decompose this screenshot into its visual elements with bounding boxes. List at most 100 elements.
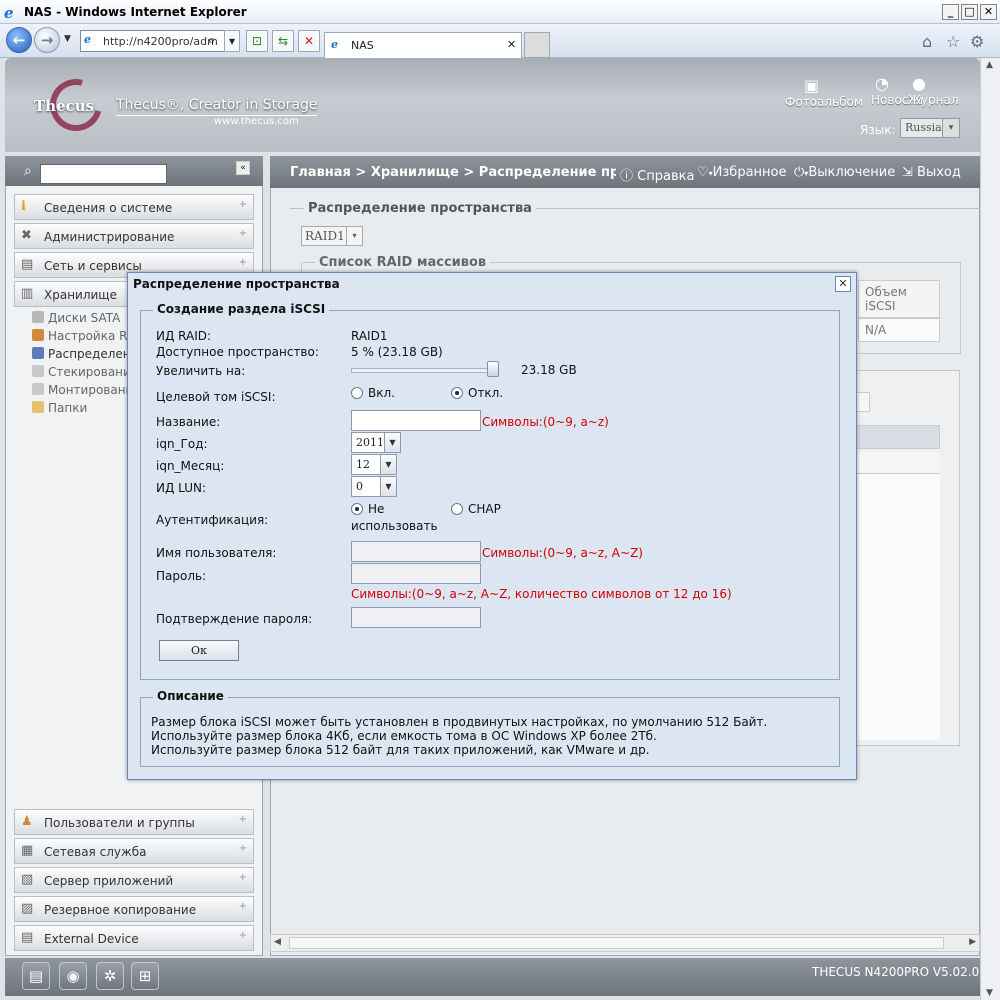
sidebar-item-external-device[interactable]: ▤ External Device + <box>14 925 254 951</box>
sub-item-folders[interactable]: Папки <box>48 401 130 415</box>
search-icon: ⌕ <box>24 163 32 179</box>
lun-id-select[interactable]: 0 ▼ <box>351 476 397 497</box>
auth-none-radio[interactable] <box>351 503 363 515</box>
target-on-radio[interactable] <box>351 387 363 399</box>
logout-link[interactable]: ⇲ Выход <box>902 165 961 180</box>
sub-item-mount[interactable]: Монтирование <box>48 383 130 397</box>
favorites-star-icon[interactable]: ☆ <box>946 32 960 51</box>
increase-slider-track[interactable] <box>351 368 499 373</box>
shutdown-link[interactable]: ⏻▾Выключение <box>794 165 895 180</box>
network-tree-icon[interactable]: ⊞ <box>131 962 159 990</box>
sidebar-item-backup[interactable]: ▨ Резервное копирование + <box>14 896 254 922</box>
tab-nas[interactable]: e NAS ✕ <box>324 32 522 58</box>
iqn-month-select[interactable]: 12 ▼ <box>351 454 397 475</box>
chevron-down-icon[interactable]: ▾ <box>346 227 362 245</box>
home-icon[interactable]: ⌂ <box>922 32 932 51</box>
expand-plus-icon[interactable]: + <box>239 228 247 239</box>
ok-button[interactable]: Ок <box>159 640 239 661</box>
sidebar-item-label: Хранилище <box>44 288 117 302</box>
compatibility-icon[interactable]: ⊡ <box>246 30 268 52</box>
sub-item-allocation[interactable]: Распределение <box>48 347 130 361</box>
favorites-link[interactable]: ♡▾Избранное <box>697 165 787 180</box>
sidebar-item-users-groups[interactable]: ♟ Пользователи и группы + <box>14 809 254 835</box>
horizontal-scrollbar[interactable]: ◀ ▶ <box>270 934 980 952</box>
password-input[interactable] <box>351 563 481 584</box>
expand-plus-icon[interactable]: + <box>239 901 247 912</box>
grid-header-2 <box>856 452 940 474</box>
sidebar-item-administration[interactable]: ✖ Администрирование + <box>14 223 254 249</box>
sub-item-stacking[interactable]: Стекирование <box>48 365 130 379</box>
tools-gear-icon[interactable]: ⚙ <box>970 32 984 51</box>
forward-button[interactable]: → <box>34 27 60 53</box>
sidebar-item-label: External Device <box>44 932 139 946</box>
expand-plus-icon[interactable]: + <box>239 843 247 854</box>
scroll-down-icon[interactable]: ▼ <box>986 988 993 998</box>
journal-bubble-icon[interactable]: ● <box>912 74 926 93</box>
language-select[interactable]: Russia ▾ <box>900 118 960 138</box>
close-window-button[interactable]: ✕ <box>980 4 997 20</box>
disk-icon[interactable]: ◉ <box>59 962 87 990</box>
website-link[interactable]: www.thecus.com <box>214 116 299 127</box>
expand-plus-icon[interactable]: + <box>239 872 247 883</box>
sidebar-item-app-server[interactable]: ▧ Сервер приложений + <box>14 867 254 893</box>
fan-icon[interactable]: ✲ <box>96 962 124 990</box>
iqn-month-label: iqn_Месяц: <box>156 459 225 473</box>
photo-album-link[interactable]: Фотоальбом <box>785 95 863 109</box>
collapse-icon[interactable]: « <box>236 161 250 175</box>
chevron-down-icon[interactable]: ▼ <box>380 477 396 496</box>
grid-body <box>856 474 940 740</box>
chevron-down-icon[interactable]: ▼ <box>380 455 396 474</box>
expand-plus-icon[interactable]: + <box>239 814 247 825</box>
increase-slider-thumb[interactable] <box>487 361 499 377</box>
expand-plus-icon[interactable]: + <box>239 257 247 268</box>
sidebar-search-input[interactable] <box>40 164 167 184</box>
stop-icon[interactable]: ✕ <box>298 30 320 52</box>
password-label: Пароль: <box>156 569 207 583</box>
sidebar-item-network-service[interactable]: ▦ Сетевая служба + <box>14 838 254 864</box>
available-space-label: Доступное пространство: <box>156 345 319 359</box>
rss-icon[interactable]: ◔ <box>875 74 889 93</box>
photo-album-icon[interactable]: ▣ <box>804 76 819 95</box>
page-scrollbar[interactable]: ▲ ▼ <box>980 58 1000 1000</box>
confirm-password-label: Подтверждение пароля: <box>156 612 313 626</box>
search-icon[interactable]: ⌕ <box>208 33 215 48</box>
history-dropdown-icon[interactable]: ▼ <box>64 34 71 44</box>
expand-plus-icon[interactable]: + <box>239 930 247 941</box>
journal-link[interactable]: Журнал <box>908 93 959 107</box>
auth-label: Аутентификация: <box>156 513 269 527</box>
expand-plus-icon[interactable]: + <box>239 199 247 210</box>
target-off-radio[interactable] <box>451 387 463 399</box>
network-service-icon: ▦ <box>21 843 34 858</box>
raid-select[interactable]: RAID1 ▾ <box>301 226 363 246</box>
address-dropdown-icon[interactable]: ▾ <box>224 30 240 52</box>
chevron-down-icon[interactable]: ▼ <box>384 433 400 452</box>
sub-item-raid[interactable]: Настройка RAID <box>48 329 130 343</box>
username-input[interactable] <box>351 541 481 562</box>
refresh-icon[interactable]: ⇆ <box>272 30 294 52</box>
scroll-up-icon[interactable]: ▲ <box>986 60 993 70</box>
available-space-value: 5 % (23.18 GB) <box>351 345 443 359</box>
scroll-thumb[interactable] <box>289 937 944 949</box>
auth-chap-radio[interactable] <box>451 503 463 515</box>
help-link[interactable]: ⓘ Справка <box>620 165 694 184</box>
target-volume-label: Целевой том iSCSI: <box>156 390 276 404</box>
confirm-password-input[interactable] <box>351 607 481 628</box>
minimize-button[interactable]: _ <box>942 4 959 20</box>
maximize-button[interactable]: □ <box>961 4 978 20</box>
iscsi-section-title: Создание раздела iSCSI <box>153 302 330 316</box>
slogan: Thecus®, Creator in Storage <box>116 97 318 116</box>
sub-item-sata[interactable]: Диски SATA <box>48 311 130 325</box>
back-button[interactable]: ← <box>6 27 32 53</box>
dialog-close-button[interactable]: ✕ <box>835 276 851 292</box>
tab-close-icon[interactable]: ✕ <box>507 38 516 51</box>
sidebar-item-system-info[interactable]: ℹ Сведения о системе + <box>14 194 254 220</box>
mount-icon <box>32 383 44 395</box>
name-input[interactable] <box>351 410 481 431</box>
server-icon[interactable]: ▤ <box>22 962 50 990</box>
new-tab-button[interactable] <box>524 32 550 58</box>
sidebar-item-label: Пользователи и группы <box>44 816 195 830</box>
chevron-down-icon[interactable]: ▾ <box>942 119 959 137</box>
iqn-year-select[interactable]: 2011 ▼ <box>351 432 401 453</box>
scroll-right-icon[interactable]: ▶ <box>969 937 976 947</box>
scroll-left-icon[interactable]: ◀ <box>274 937 281 947</box>
